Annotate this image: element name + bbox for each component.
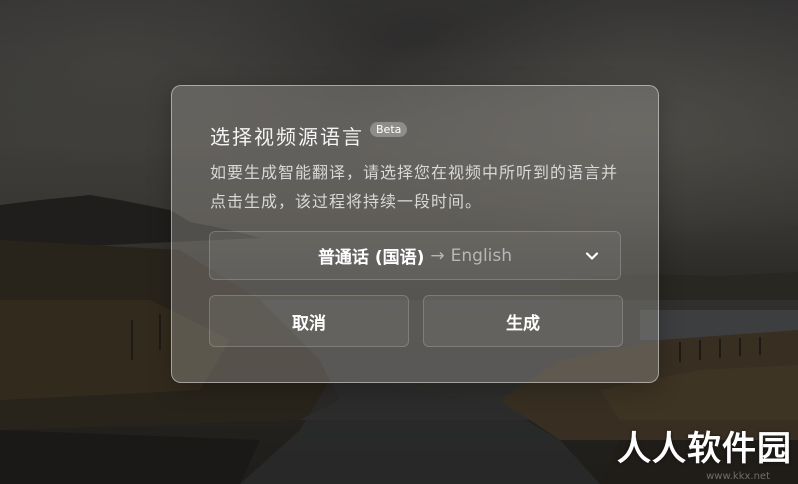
watermark-url: www.kkx.net — [706, 471, 770, 482]
language-select[interactable]: 普通话 (国语) → English — [209, 231, 621, 280]
source-language: 普通话 (国语) — [317, 248, 425, 268]
chevron-down-icon[interactable] — [584, 248, 600, 264]
cancel-button[interactable]: 取消 — [209, 295, 409, 347]
beta-badge: Beta — [370, 121, 408, 137]
dialog-header: 选择视频源语言 Beta — [210, 120, 408, 150]
dialog-description: 如要生成智能翻译，请选择您在视频中所听到的语言并点击生成，该过程将持续一段时间。 — [210, 163, 619, 211]
watermark-logo: 人人软件园 — [617, 429, 792, 469]
dialog-title: 选择视频源语言 — [210, 124, 364, 149]
language-dialog: 选择视频源语言 Beta 如要生成智能翻译，请选择您在视频中所听到的语言并点击生… — [171, 85, 659, 383]
background-scene: 选择视频源语言 Beta 如要生成智能翻译，请选择您在视频中所听到的语言并点击生… — [0, 0, 798, 484]
generate-button[interactable]: 生成 — [423, 295, 623, 347]
arrow-right-icon: → — [430, 245, 445, 266]
target-language: English — [450, 245, 513, 266]
